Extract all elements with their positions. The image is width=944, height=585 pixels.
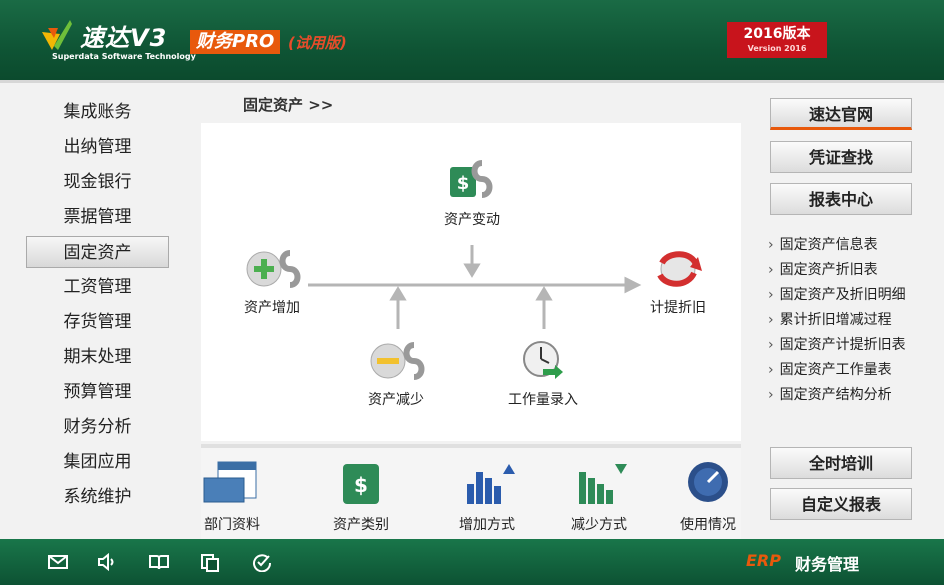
report-link[interactable]: › 固定资产信息表: [768, 234, 878, 254]
asset-add-label: 资产增加: [244, 300, 300, 316]
copy-icon[interactable]: [199, 552, 221, 572]
add-method-tool[interactable]: 增加方式: [453, 458, 521, 534]
custom-report-button[interactable]: 自定义报表: [770, 488, 912, 520]
sidebar-item-system-maintenance[interactable]: 系统维护: [26, 481, 169, 513]
asset-change-icon: $: [450, 160, 493, 198]
asset-add-node[interactable]: 资产增加: [237, 247, 307, 317]
voucher-search-button[interactable]: 凭证查找: [770, 141, 912, 173]
svg-text:$: $: [354, 473, 368, 497]
brand-name: 速达V3: [80, 24, 168, 52]
chevron-right-icon: ›: [768, 387, 774, 403]
version-subtext: Version 2016: [747, 44, 807, 53]
sidebar-item-inventory[interactable]: 存货管理: [26, 306, 169, 338]
asset-reduce-icon: [370, 342, 425, 380]
report-link[interactable]: › 固定资产工作量表: [768, 359, 892, 379]
chevron-right-icon: ›: [768, 287, 774, 303]
breadcrumb: 固定资产 >>: [243, 96, 334, 114]
asset-reduce-node[interactable]: 资产减少: [361, 339, 431, 409]
workload-entry-node[interactable]: 工作量录入: [501, 339, 585, 409]
website-button[interactable]: 速达官网: [770, 98, 912, 130]
add-method-label: 增加方式: [459, 517, 515, 533]
gauge-icon: [688, 462, 728, 502]
chevron-right-icon: ›: [768, 262, 774, 278]
report-link[interactable]: › 累计折旧增减过程: [768, 309, 892, 329]
asset-change-label: 资产变动: [444, 212, 500, 228]
sidebar-item-financial-analysis[interactable]: 财务分析: [26, 411, 169, 443]
trial-label: (试用版): [288, 34, 347, 52]
clock-icon: [523, 341, 563, 379]
chevron-right-icon: ›: [768, 362, 774, 378]
product-name: 财务PRO: [190, 30, 281, 54]
sidebar-item-budget[interactable]: 预算管理: [26, 376, 169, 408]
bar-chart-down-icon: [579, 464, 627, 504]
money-box-icon: $: [343, 464, 379, 504]
department-data-label: 部门资料: [204, 517, 260, 533]
footer-title: 财务管理: [795, 555, 860, 574]
asset-category-tool[interactable]: $ 资产类别: [327, 458, 395, 534]
report-link[interactable]: › 固定资产结构分析: [768, 384, 892, 404]
sidebar-item-integrated-accounts[interactable]: 集成账务: [26, 96, 169, 128]
superdata-logo-icon: [42, 20, 72, 50]
training-button[interactable]: 全时培训: [770, 447, 912, 479]
sidebar-item-fixed-assets[interactable]: 固定资产: [26, 236, 169, 268]
version-badge: 2016版本 Version 2016: [727, 22, 827, 58]
bar-chart-up-icon: [467, 464, 515, 504]
spreadsheet-icon: [203, 461, 257, 503]
sidebar-item-cash-bank[interactable]: 现金银行: [26, 166, 169, 198]
depreciation-node[interactable]: 计提折旧: [638, 247, 718, 317]
report-link[interactable]: › 固定资产计提折旧表: [768, 334, 906, 354]
workload-entry-label: 工作量录入: [508, 392, 578, 408]
speaker-icon[interactable]: [96, 552, 118, 572]
sidebar-item-group-apps[interactable]: 集团应用: [26, 446, 169, 478]
usage-tool[interactable]: 使用情况: [675, 458, 741, 534]
reduce-method-tool[interactable]: 减少方式: [565, 458, 633, 534]
report-center-button[interactable]: 报表中心: [770, 183, 912, 215]
workflow-panel: $ 资产变动 资产增加 计提折旧 资产减少 工作量录入: [201, 123, 741, 441]
sidebar-item-cashier[interactable]: 出纳管理: [26, 131, 169, 163]
app-header: 速达V3 Superdata Software Technology 财务PRO…: [0, 0, 944, 83]
asset-change-node[interactable]: $ 资产变动: [437, 159, 507, 229]
asset-category-label: 资产类别: [333, 517, 389, 533]
sidebar-item-period-end[interactable]: 期末处理: [26, 341, 169, 373]
report-link[interactable]: › 固定资产及折旧明细: [768, 284, 906, 304]
svg-text:$: $: [457, 173, 470, 194]
asset-reduce-label: 资产减少: [368, 392, 424, 408]
erp-label: ERP: [746, 551, 781, 570]
chevron-right-icon: ›: [768, 337, 774, 353]
version-text: 2016版本: [743, 26, 811, 42]
depreciation-label: 计提折旧: [650, 300, 706, 316]
usage-label: 使用情况: [680, 517, 736, 533]
chevron-right-icon: ›: [768, 312, 774, 328]
chevron-right-icon: ›: [768, 237, 774, 253]
sidebar-item-payroll[interactable]: 工资管理: [26, 271, 169, 303]
depreciation-icon: [657, 251, 702, 287]
check-circle-icon[interactable]: [251, 552, 273, 572]
asset-add-icon: [246, 250, 301, 288]
tools-panel: 部门资料 $ 资产类别 增加方式 减少方式 使用情况: [201, 444, 741, 540]
report-link[interactable]: › 固定资产折旧表: [768, 259, 878, 279]
book-icon[interactable]: [148, 552, 170, 572]
reduce-method-label: 减少方式: [571, 517, 627, 533]
brand-subtitle: Superdata Software Technology: [52, 52, 196, 61]
sidebar-item-bills[interactable]: 票据管理: [26, 201, 169, 233]
mail-icon[interactable]: [47, 552, 69, 572]
department-data-tool[interactable]: 部门资料: [201, 458, 263, 534]
